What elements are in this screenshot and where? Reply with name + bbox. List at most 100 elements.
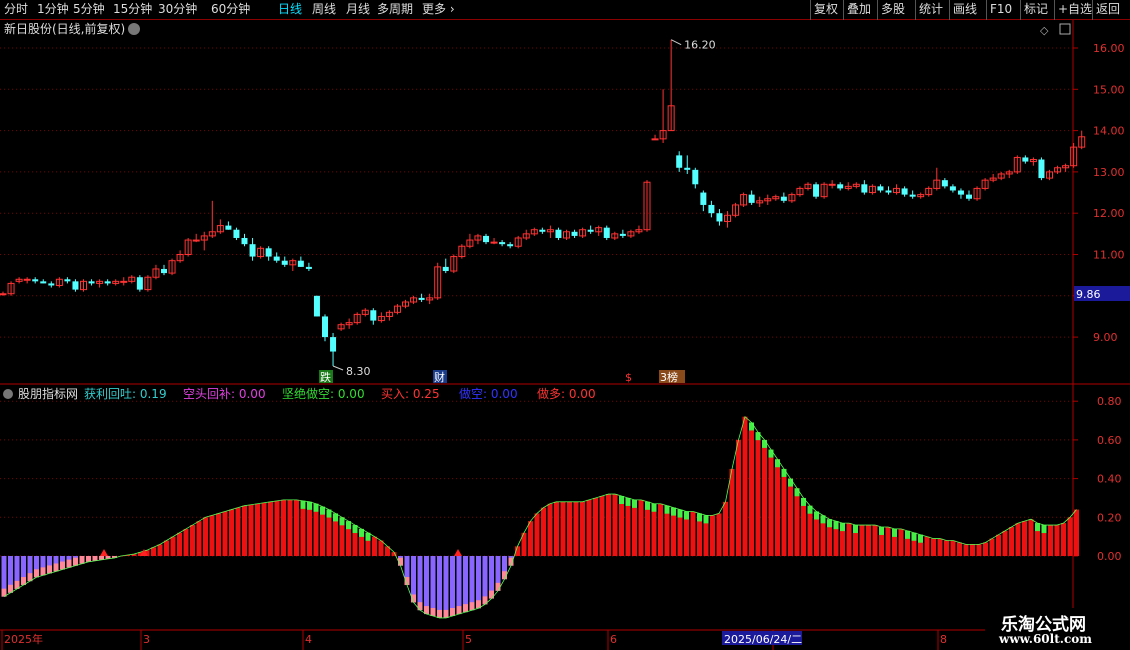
candle-body [708, 204, 715, 214]
toolbar-item-10[interactable]: 更多 › [422, 2, 455, 17]
indicator-bar [645, 501, 650, 556]
indicator-bar [632, 499, 637, 556]
low-label: 8.30 [346, 365, 371, 378]
toolbar-right-item-8[interactable]: 返回 [1096, 2, 1120, 17]
indicator-bar [755, 432, 761, 556]
indicator-bar [1061, 523, 1066, 556]
indicator-bar [294, 499, 299, 556]
indicator-bar [989, 538, 995, 556]
candle-body [651, 138, 659, 141]
candle-body [48, 283, 55, 286]
candle-body [909, 194, 916, 197]
candle-body [692, 169, 699, 185]
date-tick-label: 4 [305, 633, 312, 646]
candle-body [120, 280, 128, 283]
toolbar-right-item-0[interactable]: 复权 [814, 2, 838, 17]
candle-body [539, 229, 546, 232]
indicator-bar [157, 544, 163, 556]
toolbar-right-item-2[interactable]: 多股 [881, 2, 905, 17]
indicator-bar [1048, 525, 1053, 556]
candle-body [499, 242, 506, 245]
diamond-icon: ◇ [1040, 24, 1049, 37]
indicator-bar [534, 513, 540, 556]
toolbar-right-item-4[interactable]: 画线 [953, 2, 977, 17]
indicator-bar [970, 544, 975, 556]
date-tick-label: 5 [465, 633, 472, 646]
indicator-bar [859, 525, 865, 556]
stock-chart[interactable]: 16.0015.0014.0013.0012.0011.0010.009.009… [0, 20, 1130, 650]
current-price-label: 9.86 [1076, 288, 1101, 301]
candle-body [305, 266, 312, 269]
toolbar-right-item-5[interactable]: F10 [990, 2, 1012, 17]
candle-body [619, 233, 626, 236]
indicator-bar [963, 544, 969, 556]
indicator-bar-cap [768, 449, 774, 458]
indicator-bar [443, 556, 449, 618]
candle-body [555, 229, 562, 238]
indicator-tick-label: 0.40 [1097, 473, 1122, 486]
indicator-bar [742, 416, 748, 556]
indicator-legend-item: 获利回吐: 0.19 [84, 387, 167, 401]
indicator-bar [222, 511, 228, 556]
indicator-tick-label: 0.60 [1097, 434, 1122, 447]
toolbar-item-2[interactable]: 5分钟 [73, 2, 105, 17]
candle-body [136, 277, 143, 290]
toolbar-right-item-1[interactable]: 叠加 [847, 2, 871, 17]
candle-body [0, 293, 7, 296]
indicator-bar-cap [53, 563, 59, 572]
candle-body [700, 192, 707, 205]
toolbar-right-item-6[interactable]: 标记 [1024, 2, 1048, 17]
toolbar-item-4[interactable]: 30分钟 [158, 2, 197, 17]
indicator-legend-item: 空头回补: 0.00 [183, 387, 266, 401]
indicator-bar [710, 515, 715, 556]
indicator-bar [255, 503, 260, 556]
indicator-bar [1015, 523, 1021, 556]
indicator-title: 股朋指标网 [18, 386, 78, 401]
toolbar-item-5[interactable]: 60分钟 [211, 2, 250, 17]
indicator-bar [638, 499, 644, 556]
indicator-bar [606, 494, 611, 556]
indicator-bar [586, 499, 592, 556]
indicator-bar [801, 497, 806, 556]
indicator-tick-label: 0.00 [1097, 550, 1122, 563]
toolbar-item-6[interactable]: 日线 [278, 2, 302, 17]
indicator-bar-cap [73, 557, 78, 566]
indicator-bar [885, 526, 891, 556]
indicator-bar [287, 499, 293, 556]
toolbar-item-1[interactable]: 1分钟 [37, 2, 69, 17]
indicator-bar [1028, 519, 1034, 556]
indicator-bar-cap [307, 501, 312, 510]
candle-body [23, 278, 31, 281]
indicator-bar [183, 528, 189, 556]
indicator-bar-cap [918, 534, 923, 543]
indicator-bar [612, 494, 618, 556]
indicator-bar [1054, 525, 1060, 556]
period-toolbar: 分时 1分钟 5分钟 15分钟 30分钟 60分钟 日线 周线 月线 多周期 更多 › 复权 叠加 多股统… [0, 0, 1130, 20]
toolbar-item-8[interactable]: 月线 [346, 2, 370, 17]
indicator-bar [593, 497, 598, 556]
toolbar-item-9[interactable]: 多周期 [377, 2, 413, 17]
candle-body [40, 281, 47, 284]
toolbar-item-7[interactable]: 周线 [312, 2, 336, 17]
indicator-bar [872, 525, 878, 556]
candle-body [941, 180, 948, 187]
toolbar-right-item-7[interactable]: +自选 [1058, 2, 1092, 17]
indicator-bar-cap [911, 532, 917, 541]
indicator-bar [749, 422, 754, 556]
indicator-bar [554, 501, 559, 556]
main-chart-title: 新日股份(日线,前复权) [4, 21, 125, 36]
cursor-date-label: 2025/06/24/二 [724, 633, 802, 646]
indicator-bar [450, 556, 455, 616]
indicator-bar [417, 556, 423, 611]
indicator-bar-cap [625, 497, 631, 506]
indicator-bar-cap [417, 602, 423, 611]
indicator-bar-cap [703, 515, 709, 524]
toolbar-item-3[interactable]: 15分钟 [113, 2, 152, 17]
toolbar-right-item-3[interactable]: 统计 [919, 2, 943, 17]
indicator-bar [1009, 526, 1014, 556]
indicator-bar-cap [300, 500, 306, 509]
candle-body [265, 248, 272, 257]
indicator-bar-cap [664, 505, 670, 514]
indicator-bar-cap [671, 507, 676, 516]
toolbar-item-0[interactable]: 分时 [4, 2, 28, 17]
